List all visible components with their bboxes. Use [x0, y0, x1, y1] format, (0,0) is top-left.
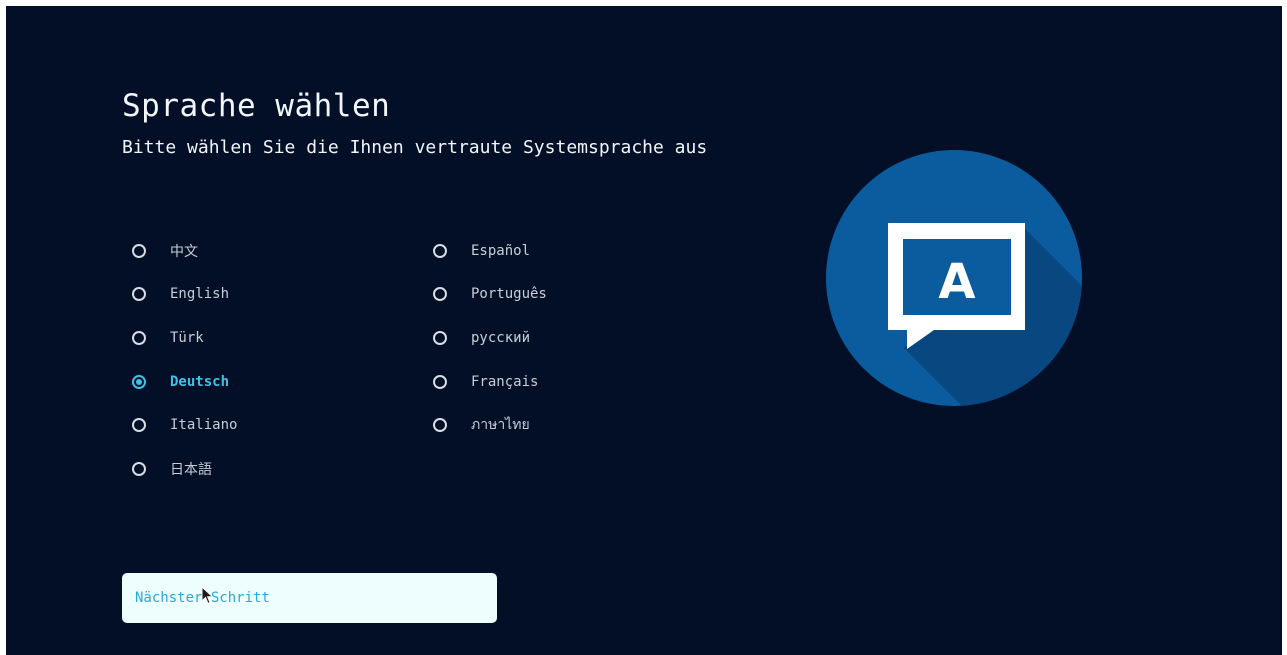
language-option-spanish[interactable]: Español	[433, 229, 547, 273]
radio-button[interactable]	[132, 243, 146, 258]
language-label: русский	[471, 329, 531, 346]
language-label: Türk	[170, 329, 204, 346]
logo-letter: A	[938, 254, 975, 310]
language-list-right: Español Português русский Français ภาษาไ…	[433, 229, 547, 447]
language-option-german[interactable]: Deutsch	[132, 360, 237, 404]
radio-button-selected[interactable]	[132, 374, 146, 389]
language-option-portuguese[interactable]: Português	[433, 273, 547, 317]
radio-button[interactable]	[132, 287, 146, 302]
radio-button[interactable]	[132, 418, 146, 433]
radio-button[interactable]	[433, 287, 447, 302]
language-list-left: 中文 English Türk Deutsch Italiano 日本語	[132, 229, 237, 491]
language-option-french[interactable]: Français	[433, 360, 547, 404]
language-label: 中文	[170, 243, 198, 260]
next-step-button[interactable]: Nächster Schritt	[122, 573, 497, 623]
language-option-italian[interactable]: Italiano	[132, 403, 237, 447]
language-option-english[interactable]: English	[132, 273, 237, 317]
radio-button[interactable]	[433, 418, 447, 433]
language-label: English	[170, 286, 230, 303]
radio-button[interactable]	[433, 330, 447, 345]
language-setup-screen: Sprache wählen Bitte wählen Sie die Ihne…	[6, 6, 1282, 655]
language-label: 日本語	[170, 461, 212, 478]
language-option-japanese[interactable]: 日本語	[132, 447, 237, 491]
radio-button[interactable]	[132, 461, 146, 476]
language-label: Deutsch	[170, 373, 230, 390]
language-option-russian[interactable]: русский	[433, 316, 547, 360]
language-label: Italiano	[170, 417, 238, 434]
language-option-chinese[interactable]: 中文	[132, 229, 237, 273]
language-option-turkish[interactable]: Türk	[132, 316, 237, 360]
language-label: Português	[471, 286, 547, 303]
mouse-cursor-icon	[201, 586, 214, 605]
language-logo: A	[826, 150, 1082, 406]
language-chat-bubble-icon: A	[826, 150, 1082, 406]
language-label: Español	[471, 242, 531, 259]
page-title: Sprache wählen	[122, 88, 391, 124]
language-label: Français	[471, 373, 539, 390]
radio-button[interactable]	[132, 330, 146, 345]
page-subtitle: Bitte wählen Sie die Ihnen vertraute Sys…	[122, 137, 708, 158]
language-label: ภาษาไทย	[471, 417, 530, 434]
radio-button[interactable]	[433, 243, 447, 258]
radio-button[interactable]	[433, 374, 447, 389]
language-option-thai[interactable]: ภาษาไทย	[433, 403, 547, 447]
